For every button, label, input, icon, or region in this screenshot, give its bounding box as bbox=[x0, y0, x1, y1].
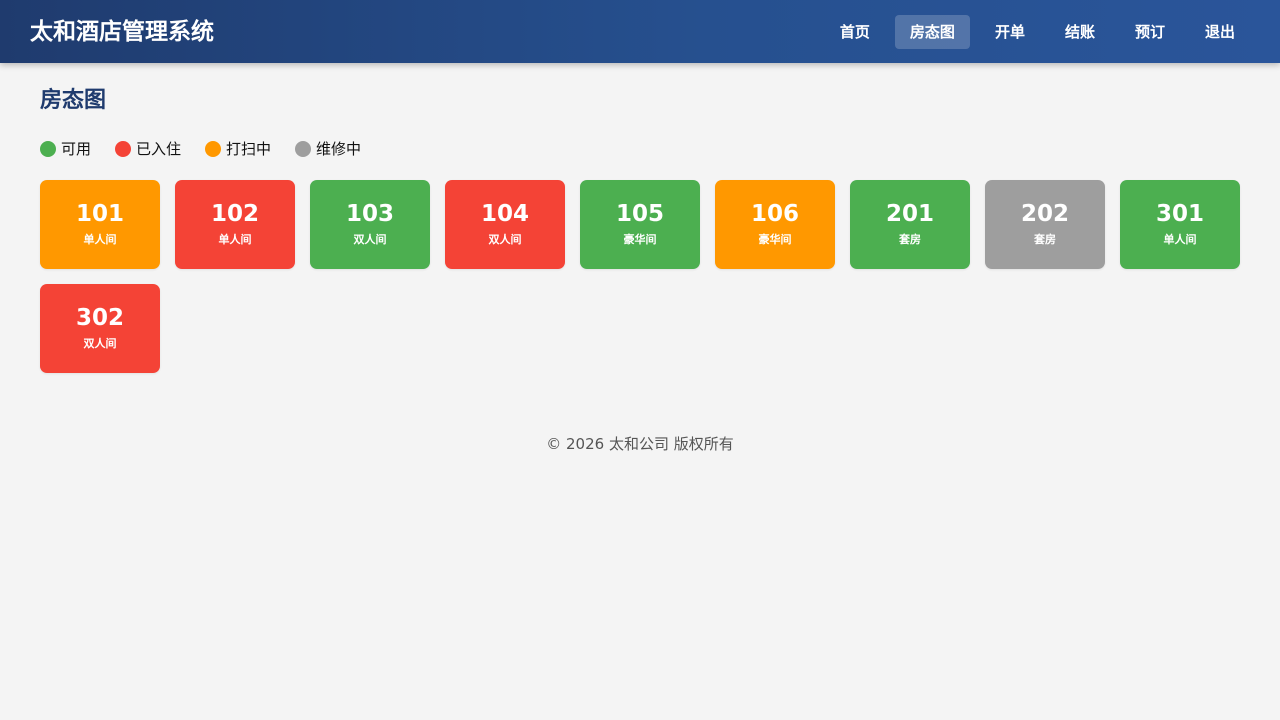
nav-booking[interactable]: 预订 bbox=[1120, 15, 1180, 49]
nav-home[interactable]: 首页 bbox=[825, 15, 885, 49]
room-number: 201 bbox=[885, 201, 934, 227]
room-card-106[interactable]: 106 豪华间 bbox=[715, 180, 835, 269]
nav-checkout[interactable]: 结账 bbox=[1050, 15, 1110, 49]
room-card-102[interactable]: 102 单人间 bbox=[175, 180, 295, 269]
nav-check-in[interactable]: 开单 bbox=[980, 15, 1040, 49]
app-title: 太和酒店管理系统 bbox=[30, 19, 214, 45]
legend-item: 已入住 bbox=[115, 138, 181, 160]
nav-logout[interactable]: 退出 bbox=[1190, 15, 1250, 49]
room-type: 双人间 bbox=[488, 233, 522, 246]
main-nav: 首页 房态图 开单 结账 预订 退出 bbox=[825, 15, 1250, 49]
room-card-103[interactable]: 103 双人间 bbox=[310, 180, 430, 269]
room-type: 双人间 bbox=[83, 337, 117, 350]
status-dot-icon bbox=[295, 141, 312, 157]
room-type: 套房 bbox=[899, 233, 921, 246]
legend-label: 已入住 bbox=[136, 140, 182, 158]
legend-label: 可用 bbox=[61, 140, 92, 158]
room-card-202[interactable]: 202 套房 bbox=[985, 180, 1105, 269]
nav-room-status[interactable]: 房态图 bbox=[894, 15, 970, 49]
room-number: 101 bbox=[75, 201, 124, 227]
legend-item: 维修中 bbox=[295, 138, 361, 160]
room-number: 301 bbox=[1155, 201, 1204, 227]
status-legend: 可用 已入住 打扫中 维修中 bbox=[40, 138, 361, 160]
legend-item: 打扫中 bbox=[205, 138, 271, 160]
room-type: 套房 bbox=[1034, 233, 1056, 246]
top-header: 太和酒店管理系统 首页 房态图 开单 结账 预订 退出 bbox=[0, 0, 1280, 63]
room-number: 105 bbox=[615, 201, 664, 227]
status-dot-icon bbox=[205, 141, 222, 157]
room-number: 202 bbox=[1020, 201, 1069, 227]
legend-item: 可用 bbox=[40, 138, 91, 160]
room-type: 豪华间 bbox=[758, 233, 792, 246]
status-dot-icon bbox=[115, 141, 132, 157]
footer-copyright: © 2026 太和公司 版权所有 bbox=[546, 435, 734, 453]
room-number: 103 bbox=[345, 201, 394, 227]
room-number: 102 bbox=[210, 201, 259, 227]
legend-label: 打扫中 bbox=[226, 140, 272, 158]
room-number: 106 bbox=[750, 201, 799, 227]
page-title: 房态图 bbox=[40, 88, 107, 113]
room-card-101[interactable]: 101 单人间 bbox=[40, 180, 160, 269]
room-type: 双人间 bbox=[353, 233, 387, 246]
room-card-201[interactable]: 201 套房 bbox=[850, 180, 970, 269]
room-card-301[interactable]: 301 单人间 bbox=[1120, 180, 1240, 269]
room-type: 单人间 bbox=[1163, 233, 1197, 246]
room-number: 302 bbox=[75, 305, 124, 331]
room-card-105[interactable]: 105 豪华间 bbox=[580, 180, 700, 269]
legend-label: 维修中 bbox=[316, 140, 362, 158]
status-dot-icon bbox=[40, 141, 56, 157]
room-type: 单人间 bbox=[83, 233, 117, 246]
room-card-104[interactable]: 104 双人间 bbox=[445, 180, 565, 269]
room-number: 104 bbox=[480, 201, 529, 227]
room-grid: 101 单人间 102 单人间 103 双人间 104 双人间 105 豪华间 106 豪华间 201 套… bbox=[40, 180, 1240, 373]
room-type: 单人间 bbox=[218, 233, 252, 246]
room-type: 豪华间 bbox=[623, 233, 657, 246]
room-card-302[interactable]: 302 双人间 bbox=[40, 284, 160, 373]
